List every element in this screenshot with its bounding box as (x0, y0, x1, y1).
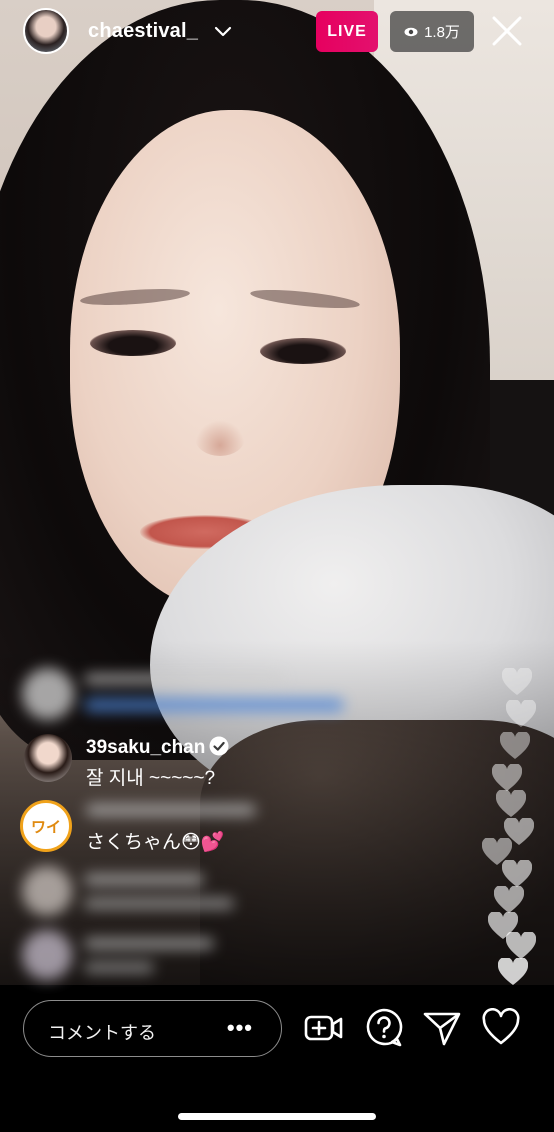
heart-icon (496, 790, 526, 817)
eye-icon (404, 27, 418, 36)
eye (90, 330, 176, 356)
heart-icon (502, 668, 532, 695)
verified-badge-icon (209, 736, 229, 756)
viewer-count-badge[interactable]: 1.8万 (390, 11, 474, 52)
heart-icon[interactable] (481, 1008, 521, 1048)
comment-text: 잘 지내 ~~~~~? (86, 768, 216, 789)
eye (260, 338, 346, 364)
heart-icon (494, 886, 524, 913)
floating-hearts (474, 660, 544, 1000)
host-avatar[interactable] (23, 8, 69, 54)
heart-icon (500, 732, 530, 759)
add-video-icon[interactable] (304, 1008, 344, 1048)
heart-icon (506, 700, 536, 727)
live-video[interactable] (0, 0, 554, 985)
top-bar: chaestival_ LIVE 1.8万 (0, 0, 554, 70)
host-username[interactable]: chaestival_ (88, 20, 198, 43)
heart-icon (502, 860, 532, 887)
heart-icon (492, 764, 522, 791)
heart-icon (506, 932, 536, 959)
nose (195, 420, 245, 456)
send-icon[interactable] (422, 1008, 462, 1048)
home-indicator[interactable] (178, 1113, 376, 1120)
commenter-username[interactable]: 39saku_chan (86, 736, 229, 759)
live-badge: LIVE (316, 11, 378, 52)
blurred-comment (22, 668, 352, 720)
more-options-button[interactable]: ••• (227, 1015, 253, 1041)
comment-text: さくちゃん😳💕 (86, 832, 225, 853)
blurred-comment (22, 866, 252, 922)
close-icon[interactable] (490, 14, 524, 48)
commenter-avatar[interactable]: ワイ (20, 800, 72, 852)
comment-placeholder: コメントする (48, 1023, 156, 1043)
heart-icon (498, 958, 528, 985)
chevron-down-icon[interactable] (214, 22, 232, 40)
blurred-comment (22, 930, 252, 986)
question-icon[interactable] (364, 1008, 404, 1048)
blurred-username (86, 804, 256, 816)
viewer-count: 1.8万 (424, 24, 460, 41)
comment-input[interactable]: コメントする ••• (23, 1000, 282, 1057)
commenter-avatar[interactable] (24, 734, 72, 782)
